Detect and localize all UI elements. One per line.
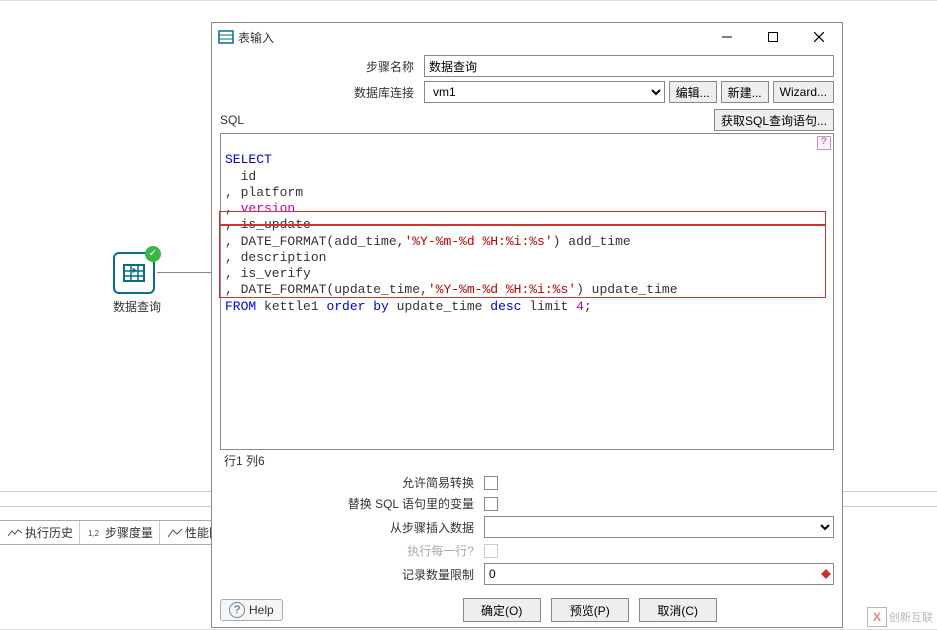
db-conn-label: 数据库连接 (220, 84, 420, 101)
status-ok-badge: ✓ (145, 246, 161, 262)
button-bar: ? Help 确定(O) 预览(P) 取消(C) (212, 593, 842, 627)
table-input-dialog: 表输入 步骤名称 数据库连接 vm1 编辑... 新建... Wizard...… (211, 22, 843, 628)
new-conn-button[interactable]: 新建... (721, 81, 769, 103)
exec-each-label: 执行每一行? (220, 542, 480, 559)
annotation-box (219, 225, 826, 298)
svg-text:1,2: 1,2 (88, 529, 100, 538)
edit-conn-button[interactable]: 编辑... (669, 81, 717, 103)
step-name-input[interactable] (424, 55, 834, 77)
limit-input[interactable] (484, 563, 834, 585)
sql-label: SQL (220, 113, 244, 127)
watermark: X 创新互联 (867, 607, 933, 627)
tab-history[interactable]: 执行历史 (2, 521, 80, 544)
from-step-select[interactable] (484, 516, 834, 538)
minimize-button[interactable] (704, 23, 750, 51)
table-input-icon: ✓ (113, 252, 155, 294)
tab-metrics[interactable]: 1,2步骤度量 (82, 521, 160, 544)
help-button[interactable]: ? Help (220, 599, 283, 621)
replace-vars-checkbox[interactable] (484, 497, 498, 511)
bottom-tabs: 执行历史 1,2步骤度量 性能图 (0, 520, 228, 545)
cancel-button[interactable]: 取消(C) (639, 598, 717, 622)
allow-lazy-label: 允许简易转换 (220, 474, 480, 491)
dialog-title: 表输入 (238, 29, 274, 46)
close-button[interactable] (796, 23, 842, 51)
wizard-button[interactable]: Wizard... (773, 81, 834, 103)
get-sql-button[interactable]: 获取SQL查询语句... (714, 109, 834, 131)
preview-button[interactable]: 预览(P) (551, 598, 629, 622)
variable-icon[interactable] (820, 568, 832, 580)
watermark-logo-icon: X (867, 607, 887, 627)
allow-lazy-checkbox[interactable] (484, 476, 498, 490)
step-node[interactable]: ✓ 数据查询 (113, 252, 161, 315)
titlebar: 表输入 (212, 23, 842, 51)
exec-each-checkbox (484, 544, 498, 558)
db-conn-select[interactable]: vm1 (424, 81, 665, 103)
from-step-label: 从步骤插入数据 (220, 519, 480, 536)
cursor-position: 行1 列6 (220, 450, 834, 470)
limit-label: 记录数量限制 (220, 566, 480, 583)
replace-vars-label: 替换 SQL 语句里的变量 (220, 495, 480, 512)
step-label: 数据查询 (113, 298, 161, 315)
step-name-label: 步骤名称 (220, 58, 420, 75)
help-icon: ? (229, 602, 245, 618)
ok-button[interactable]: 确定(O) (463, 598, 541, 622)
editor-help-icon[interactable]: ? (817, 136, 831, 150)
annotation-box (219, 211, 826, 225)
maximize-button[interactable] (750, 23, 796, 51)
hop-connector (157, 272, 211, 274)
table-input-icon (218, 29, 234, 45)
